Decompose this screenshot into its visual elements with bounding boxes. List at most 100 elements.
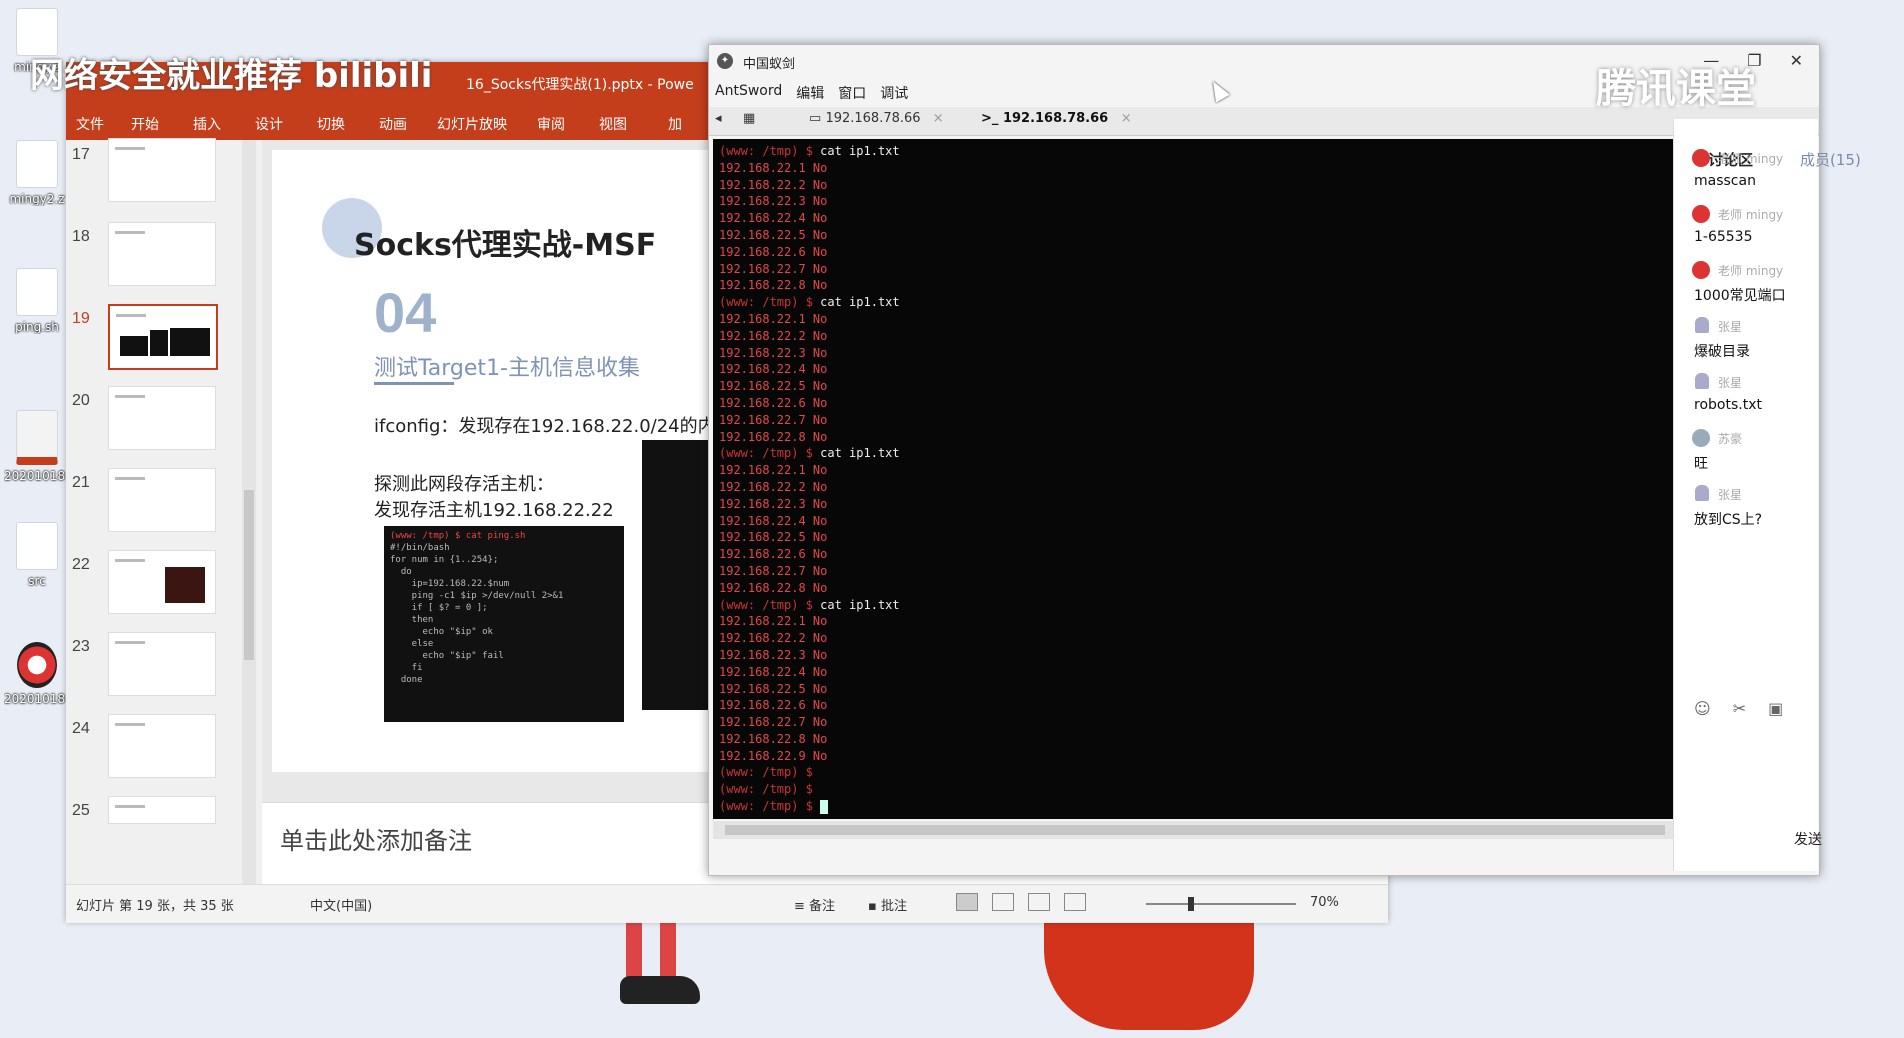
terminal-line: 192.168.22.3 No (719, 647, 1667, 664)
terminal-prompt: (www: /tmp) $ (719, 144, 813, 158)
slide-title: Socks代理实战-MSF (354, 228, 657, 263)
tab-label: 192.168.78.66 (825, 111, 921, 126)
menu-antsword[interactable]: AntSword (709, 77, 790, 107)
slide-thumbnail[interactable]: 25 (66, 796, 262, 882)
terminal-line: 192.168.22.2 No (719, 177, 1667, 194)
ribbon-tab-insert[interactable]: 插入 (176, 104, 238, 140)
code-line: do (390, 567, 412, 577)
slide-sorter-icon[interactable] (992, 893, 1014, 911)
ribbon-tab-view[interactable]: 视图 (582, 104, 644, 140)
tab-members[interactable]: 成员(15) (1800, 149, 1861, 170)
terminal-line: 192.168.22.4 No (719, 361, 1667, 378)
desktop-icon-mingy2[interactable]: mingy2.z (4, 140, 70, 206)
slideshow-view-icon[interactable] (1064, 893, 1086, 911)
tab-close-icon[interactable]: × (1121, 111, 1132, 126)
avatar[interactable] (1695, 485, 1709, 501)
menu-edit[interactable]: 编辑 (790, 77, 832, 107)
thumbnail-number: 25 (72, 802, 90, 819)
message-sender: 老师 mingy (1718, 152, 1784, 166)
ribbon-tab-transitions[interactable]: 切换 (300, 104, 362, 140)
avatar[interactable] (1692, 205, 1710, 223)
notes-toggle-button[interactable]: ≡ 备注 (794, 895, 835, 914)
tab-scroll-left-icon[interactable]: ◂ (715, 111, 722, 126)
ribbon-tab-animations[interactable]: 动画 (362, 104, 424, 140)
scissors-icon[interactable]: ✂ (1733, 699, 1746, 718)
ribbon-tab-file[interactable]: 文件 (66, 104, 114, 140)
message-sender: 张星 (1718, 376, 1743, 390)
terminal-line: 192.168.22.2 No (719, 328, 1667, 345)
thumbnail-number: 24 (72, 720, 90, 737)
tab-close-icon[interactable]: × (933, 111, 944, 126)
slide-thumbnail[interactable]: 21 (66, 468, 262, 554)
slide-thumbnail-selected[interactable]: 19 (66, 304, 262, 390)
terminal-output-line: 192.168.22.5 No (719, 681, 828, 696)
desktop-icon-src[interactable]: src (4, 522, 70, 588)
thumbnail-preview (108, 386, 216, 450)
desktop-icon-label: mingy2.z (9, 192, 65, 206)
thumbnail-number: 17 (72, 146, 90, 163)
slide-thumbnail[interactable]: 22 (66, 550, 262, 636)
terminal-output-line: 192.168.22.6 No (719, 395, 828, 410)
menu-window[interactable]: 窗口 (832, 77, 874, 107)
chat-panel: 讨论区 成员(15) 老师 mingy masscan 老师 mingy 1-6553… (1673, 119, 1861, 871)
avatar[interactable] (1692, 429, 1710, 447)
thumbnail-preview (108, 714, 216, 778)
terminal-line: 192.168.22.4 No (719, 664, 1667, 681)
ribbon-tab-review[interactable]: 审阅 (520, 104, 582, 140)
thumbnail-scrollbar[interactable] (242, 140, 256, 884)
folder-icon: ▭ (809, 111, 822, 126)
mascot-leg (626, 918, 642, 980)
thumbnail-preview (108, 468, 216, 532)
terminal-horizontal-scrollbar[interactable] (713, 821, 1673, 839)
slide-thumbnail[interactable]: 20 (66, 386, 262, 472)
terminal-line: 192.168.22.2 No (719, 479, 1667, 496)
language-status[interactable]: 中文(中国) (310, 895, 372, 914)
tab-file-manager[interactable]: ▭ 192.168.78.66 × (809, 111, 944, 126)
terminal-line: (www: /tmp) $ cat ip1.txt (719, 445, 1667, 462)
tab-terminal[interactable]: >_ 192.168.78.66 × (981, 111, 1132, 126)
terminal-output-line: 192.168.22.2 No (719, 479, 828, 494)
terminal-line: 192.168.22.6 No (719, 244, 1667, 261)
emoji-icon[interactable]: ☺ (1694, 699, 1711, 718)
slide-thumbnail[interactable]: 24 (66, 714, 262, 800)
comments-toggle-button[interactable]: ▪ 批注 (868, 895, 907, 914)
grid-icon[interactable]: ▦ (743, 111, 755, 126)
mascot-leg (660, 918, 676, 980)
terminal-output-line: 192.168.22.9 No (719, 748, 828, 763)
desktop-icon-pptx[interactable]: 20201018 代理实战( (4, 410, 70, 483)
terminal-line: (www: /tmp) $ (719, 798, 1667, 815)
reading-view-icon[interactable] (1028, 893, 1050, 911)
avatar[interactable] (1695, 317, 1709, 333)
thumbnail-preview (108, 632, 216, 696)
avatar[interactable] (1692, 149, 1710, 167)
menu-debug[interactable]: 调试 (874, 77, 916, 107)
thumbnail-number: 19 (72, 310, 90, 327)
avatar[interactable] (1695, 373, 1709, 389)
avatar[interactable] (1692, 261, 1710, 279)
terminal-line: (www: /tmp) $ cat ip1.txt (719, 294, 1667, 311)
image-icon[interactable]: ▣ (1768, 699, 1783, 718)
terminal-line: 192.168.22.9 No (719, 748, 1667, 765)
slide-thumbnail[interactable]: 17 (66, 138, 262, 226)
ribbon-tab-home[interactable]: 开始 (114, 104, 176, 140)
zoom-slider[interactable] (1146, 903, 1296, 905)
terminal-line: 192.168.22.8 No (719, 429, 1667, 446)
zoom-level[interactable]: 70% (1310, 895, 1339, 910)
ribbon-tab-addins[interactable]: 加 (644, 104, 706, 140)
desktop-icon-chrome[interactable]: 20201018 代理实战( (4, 642, 70, 706)
ribbon-tab-design[interactable]: 设计 (238, 104, 300, 140)
ribbon-tab-slideshow[interactable]: 幻灯片放映 (424, 104, 520, 140)
terminal-output-line: 192.168.22.1 No (719, 614, 828, 629)
slide-thumbnail[interactable]: 23 (66, 632, 262, 718)
close-icon[interactable]: ✕ (1790, 51, 1803, 70)
terminal-output[interactable]: (www: /tmp) $ cat ip1.txt 192.168.22.1 No… (713, 139, 1673, 819)
desktop-icon-ping-sh[interactable]: ping.sh (4, 268, 70, 334)
tencent-classroom-logo: 腾讯课堂 (1596, 66, 1756, 112)
desktop-icon-label: 20201018 代理实战( (4, 469, 70, 483)
normal-view-icon[interactable] (956, 893, 978, 911)
terminal-prompt: (www: /tmp) $ (719, 799, 821, 814)
slide-thumbnail[interactable]: 18 (66, 222, 262, 308)
zoom-slider-thumb[interactable] (1188, 897, 1194, 911)
terminal-output-line: 192.168.22.6 No (719, 244, 828, 259)
send-button[interactable]: 发送 (1794, 829, 1822, 849)
